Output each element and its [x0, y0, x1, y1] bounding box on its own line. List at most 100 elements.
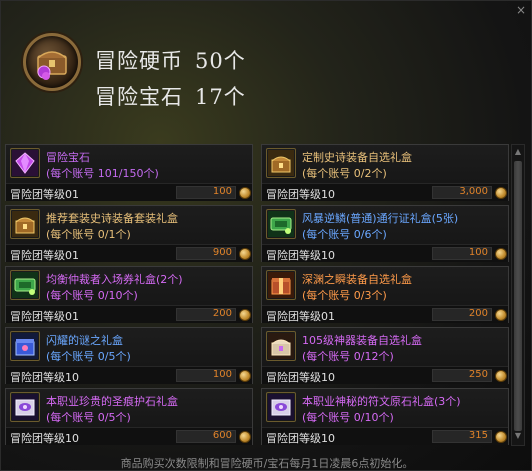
- required-level: 冒险团等级01: [10, 188, 79, 201]
- item-price: 900: [212, 247, 232, 258]
- price-box: 100: [176, 186, 236, 199]
- gem-balance: 冒险宝石 17个: [95, 81, 246, 111]
- item-price: 315: [468, 430, 488, 441]
- item-name: 本职业神秘的符文原石礼盒(3个): [302, 395, 461, 408]
- required-level: 冒险团等级01: [10, 249, 79, 262]
- item-name: 定制史诗装备自选礼盒: [302, 151, 412, 164]
- shop-item-card[interactable]: 均衡仲裁者入场券礼盒(2个) (每个账号 0/10个) 冒险团等级01 200: [5, 266, 253, 323]
- coin-icon: [495, 370, 507, 382]
- currency-header: 冒险硬币 50个 冒险宝石 17个: [23, 31, 503, 117]
- coin-icon: [239, 370, 251, 382]
- shop-item-card[interactable]: 闪耀的谜之礼盒 (每个账号 0/5个) 冒险团等级10 100: [5, 327, 253, 384]
- item-name: 风暴逆鳞(普通)通行证礼盒(5张): [302, 212, 459, 225]
- scroll-thumb[interactable]: [514, 161, 522, 431]
- coin-balance: 冒险硬币 50个: [95, 45, 246, 75]
- purchase-limit: (每个账号 0/5个): [46, 411, 131, 424]
- gem-label: 冒险宝石: [95, 85, 183, 109]
- price-box: 900: [176, 247, 236, 260]
- scroll-down-arrow-icon[interactable]: ▼: [513, 431, 523, 443]
- item-name: 深渊之瞬装备自选礼盒: [302, 273, 412, 286]
- purchase-limit: (每个账号 0/1个): [46, 228, 131, 241]
- gem-count: 17个: [195, 85, 246, 109]
- item-footer: 冒险团等级10 3,000: [262, 183, 508, 201]
- price-box: 100: [176, 369, 236, 382]
- scrollbar[interactable]: ▲ ▼: [511, 144, 525, 446]
- required-level: 冒险团等级10: [266, 249, 335, 262]
- item-footer: 冒险团等级01 200: [6, 305, 252, 323]
- coin-icon: [495, 248, 507, 260]
- item-name: 105级神器装备自选礼盒: [302, 334, 422, 347]
- purchase-limit: (每个账号 0/12个): [302, 350, 394, 363]
- item-footer: 冒险团等级10 100: [262, 244, 508, 262]
- item-price: 600: [212, 430, 232, 441]
- item-footer: 冒险团等级01 100: [6, 183, 252, 201]
- item-price: 100: [212, 369, 232, 380]
- purchase-limit: (每个账号 0/3个): [302, 289, 387, 302]
- coin-label: 冒险硬币: [95, 49, 183, 73]
- purple-gem-icon: [10, 148, 40, 178]
- scroll-up-arrow-icon[interactable]: ▲: [513, 147, 523, 159]
- price-box: 100: [432, 247, 492, 260]
- price-box: 200: [176, 308, 236, 321]
- close-button[interactable]: ×: [514, 3, 528, 17]
- price-box: 200: [432, 308, 492, 321]
- shop-item-card[interactable]: 深渊之瞬装备自选礼盒 (每个账号 0/3个) 冒险团等级01 200: [261, 266, 509, 323]
- item-price: 200: [468, 308, 488, 319]
- shop-item-card[interactable]: 冒险宝石 (每个账号 101/150个) 冒险团等级01 100: [5, 144, 253, 201]
- shop-item-card[interactable]: 风暴逆鳞(普通)通行证礼盒(5张) (每个账号 0/6个) 冒险团等级10 100: [261, 205, 509, 262]
- item-footer: 冒险团等级01 200: [262, 305, 508, 323]
- orange-box-icon: [266, 270, 296, 300]
- item-price: 100: [468, 247, 488, 258]
- coin-icon: [239, 248, 251, 260]
- coin-icon: [495, 431, 507, 443]
- item-name: 推荐套装史诗装备套装礼盒: [46, 212, 178, 225]
- purchase-limit: (每个账号 0/10个): [46, 289, 138, 302]
- shop-item-card[interactable]: 本职业神秘的符文原石礼盒(3个) (每个账号 0/10个) 冒险团等级10 315: [261, 388, 509, 445]
- required-level: 冒险团等级10: [266, 371, 335, 384]
- coin-icon: [495, 309, 507, 321]
- item-price: 3,000: [459, 186, 488, 197]
- shop-item-card[interactable]: 本职业珍贵的圣痕护石礼盒 (每个账号 0/5个) 冒险团等级10 600: [5, 388, 253, 445]
- item-footer: 冒险团等级01 900: [6, 244, 252, 262]
- price-box: 250: [432, 369, 492, 382]
- coin-icon: [239, 309, 251, 321]
- blue-box-icon: [10, 331, 40, 361]
- green-ticket-icon: [266, 209, 296, 239]
- item-name: 本职业珍贵的圣痕护石礼盒: [46, 395, 178, 408]
- item-footer: 冒险团等级10 250: [262, 366, 508, 384]
- item-price: 100: [212, 186, 232, 197]
- coin-icon: [239, 431, 251, 443]
- shop-item-card[interactable]: 推荐套装史诗装备套装礼盒 (每个账号 0/1个) 冒险团等级01 900: [5, 205, 253, 262]
- coin-icon: [495, 187, 507, 199]
- item-footer: 冒险团等级10 315: [262, 427, 508, 445]
- gold-chest-icon: [10, 209, 40, 239]
- purchase-limit: (每个账号 0/6个): [302, 228, 387, 241]
- price-box: 315: [432, 430, 492, 443]
- item-footer: 冒险团等级10 100: [6, 366, 252, 384]
- shop-item-card[interactable]: 定制史诗装备自选礼盒 (每个账号 0/2个) 冒险团等级10 3,000: [261, 144, 509, 201]
- required-level: 冒险团等级10: [266, 432, 335, 445]
- required-level: 冒险团等级01: [266, 310, 335, 323]
- shop-item-card[interactable]: 105级神器装备自选礼盒 (每个账号 0/12个) 冒险团等级10 250: [261, 327, 509, 384]
- purchase-limit: (每个账号 0/10个): [302, 411, 394, 424]
- gold-chest-icon: [266, 148, 296, 178]
- green-ticket-icon: [10, 270, 40, 300]
- shop-item-grid: 冒险宝石 (每个账号 101/150个) 冒险团等级01 100 定制史诗装备自选礼盒 (…: [5, 144, 510, 446]
- price-box: 3,000: [432, 186, 492, 199]
- adventure-shop-window: × 冒险硬币 50个 冒险宝石 17个 冒险宝石 (每个账号 101/150个) 冒险团…: [0, 0, 532, 471]
- item-name: 冒险宝石: [46, 151, 90, 164]
- pink-chest-icon: [266, 331, 296, 361]
- required-level: 冒险团等级10: [10, 371, 79, 384]
- price-box: 600: [176, 430, 236, 443]
- coin-icon: [239, 187, 251, 199]
- item-price: 200: [212, 308, 232, 319]
- purple-stone-icon: [266, 392, 296, 422]
- item-price: 250: [468, 369, 488, 380]
- purchase-limit: (每个账号 0/5个): [46, 350, 131, 363]
- required-level: 冒险团等级01: [10, 310, 79, 323]
- purchase-limit: (每个账号 101/150个): [46, 167, 159, 180]
- required-level: 冒险团等级10: [10, 432, 79, 445]
- item-name: 均衡仲裁者入场券礼盒(2个): [46, 273, 183, 286]
- treasure-chest-icon: [23, 33, 81, 91]
- item-name: 闪耀的谜之礼盒: [46, 334, 123, 347]
